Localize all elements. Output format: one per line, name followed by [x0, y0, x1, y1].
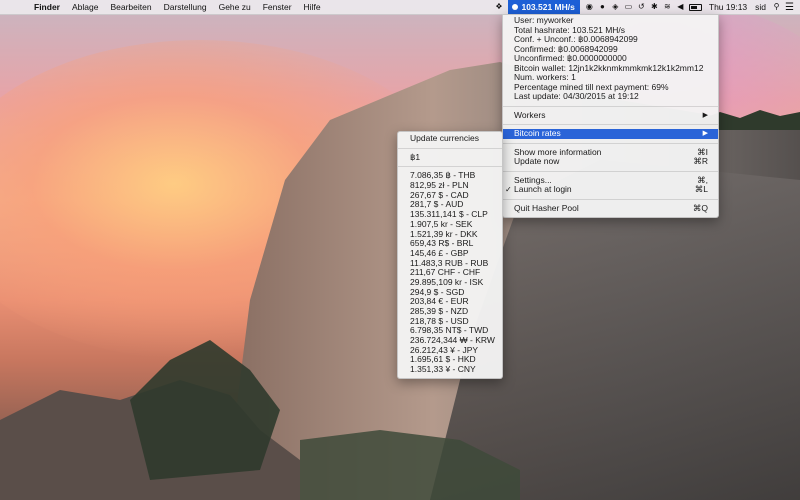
menu-darstellung[interactable]: Darstellung	[158, 0, 213, 14]
shortcut-label: ⌘R	[693, 156, 708, 166]
update-now-item[interactable]: Update now ⌘R	[503, 156, 718, 167]
checkmark-icon: ✓	[505, 185, 512, 194]
dropbox-icon[interactable]: ❖	[492, 0, 505, 14]
rate-cny[interactable]: 1.351,33 ¥ - CNY	[398, 364, 502, 375]
status-app-icon[interactable]: ◉	[583, 0, 596, 14]
notification-center-icon[interactable]: ☰	[783, 2, 800, 13]
wifi-icon[interactable]: ≋	[661, 0, 674, 14]
game-icon[interactable]: ◈	[609, 0, 622, 14]
battery-icon[interactable]	[687, 0, 705, 14]
hashrate-label: 103.521 MH/s	[521, 2, 575, 12]
spotlight-search-icon[interactable]: ⚲	[770, 0, 783, 14]
hasher-dot-icon	[512, 4, 519, 10]
menu-gehe-zu[interactable]: Gehe zu	[213, 0, 257, 14]
menu-fenster[interactable]: Fenster	[257, 0, 298, 14]
submenu-arrow-icon: ▶	[702, 130, 708, 137]
separator	[503, 105, 718, 107]
update-currencies-item[interactable]: Update currencies	[398, 133, 502, 144]
menubar-clock[interactable]: Thu 19:13	[705, 2, 751, 12]
volume-icon[interactable]: ◀	[674, 0, 687, 14]
separator	[398, 147, 502, 149]
time-machine-icon[interactable]: ↺	[635, 0, 648, 14]
separator	[503, 124, 718, 125]
separator	[398, 166, 502, 168]
separator	[503, 198, 718, 200]
workers-menu-item[interactable]: Workers ▶	[503, 110, 718, 121]
menu-bearbeiten[interactable]: Bearbeiten	[104, 0, 157, 14]
quit-item[interactable]: Quit Hasher Pool ⌘Q	[503, 202, 718, 214]
bitcoin-rates-menu-item[interactable]: Bitcoin rates ▶	[503, 128, 718, 139]
menu-hilfe[interactable]: Hilfe	[298, 0, 327, 14]
info-last-update: Last update: 04/30/2015 at 19:12	[514, 91, 639, 101]
bitcoin-rates-submenu: Update currencies ฿1 7.086,35 ฿ - THB 81…	[397, 131, 503, 379]
separator	[503, 142, 718, 144]
submenu-arrow-icon: ▶	[702, 111, 708, 119]
shortcut-label: ⌘L	[694, 184, 708, 194]
menu-bar: Finder Ablage Bearbeiten Darstellung Geh…	[0, 0, 800, 15]
launch-at-login-item[interactable]: ✓ Launch at login ⌘L	[503, 184, 718, 195]
hasher-status-item[interactable]: 103.521 MH/s	[508, 0, 580, 14]
menu-app-finder[interactable]: Finder	[28, 0, 66, 14]
record-icon[interactable]: ●	[596, 0, 609, 14]
hasher-menu: User: myworker Total hashrate: 103.521 M…	[502, 14, 719, 218]
bluetooth-icon[interactable]: ✱	[648, 0, 661, 14]
menubar-user[interactable]: sid	[751, 2, 770, 12]
separator	[503, 170, 718, 172]
base-amount-item: ฿1	[410, 151, 421, 162]
display-icon[interactable]: ▭	[622, 0, 635, 14]
shortcut-label: ⌘Q	[692, 202, 708, 213]
menu-ablage[interactable]: Ablage	[66, 0, 104, 14]
